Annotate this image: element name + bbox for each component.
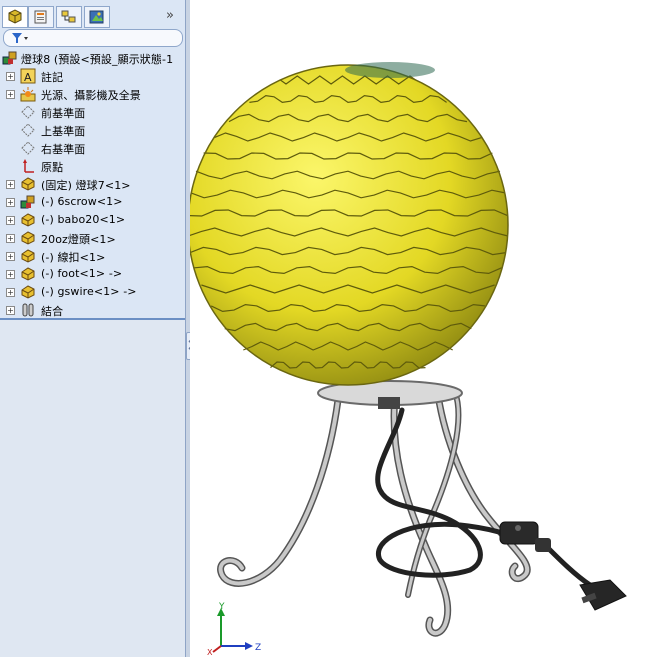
property-icon: [34, 10, 47, 24]
cord-switch: [499, 521, 551, 552]
tree-item[interactable]: 右基準面: [0, 139, 185, 157]
tree-item-label: 右基準面: [41, 143, 86, 156]
tree-item[interactable]: + A 註記: [0, 67, 185, 85]
tree-item-label: 上基準面: [41, 125, 86, 138]
tree-item[interactable]: + 光源、攝影機及全景: [0, 85, 185, 103]
part-icon: [20, 284, 36, 300]
assembly-icon: [2, 50, 18, 66]
part-icon: [20, 176, 36, 192]
tree-item[interactable]: 原點: [0, 157, 185, 175]
annotation-icon: A: [20, 68, 36, 84]
property-tab[interactable]: [28, 6, 54, 28]
expand-icon[interactable]: +: [6, 270, 15, 279]
expand-icon[interactable]: +: [6, 180, 15, 189]
tree-item[interactable]: + (-) foot<1> ->: [0, 265, 185, 283]
feature-tree-icon: [8, 9, 22, 24]
expand-icon[interactable]: +: [6, 90, 15, 99]
tree-item[interactable]: 上基準面: [0, 121, 185, 139]
tree-item[interactable]: 燈球8 (預設<預設_顯示狀態-1: [0, 49, 185, 67]
tree-item-label: 原點: [41, 161, 64, 174]
tree-item[interactable]: 前基準面: [0, 103, 185, 121]
part-icon: [20, 248, 36, 264]
tree-item[interactable]: + (-) babo20<1>: [0, 211, 185, 229]
expand-icon[interactable]: +: [6, 234, 15, 243]
tree-item-label: (-) 線扣<1>: [41, 251, 106, 264]
feature-manager-panel: » 燈球8 (預設<預設_顯示狀態-1 + A 註記 + 光源、攝影機及全景 前基準面上基準…: [0, 0, 185, 657]
expand-icon[interactable]: +: [6, 72, 15, 81]
svg-text:A: A: [24, 71, 32, 84]
lamp-model: [187, 62, 627, 637]
panel-empty-area: [0, 320, 185, 657]
lamp-shade: [188, 65, 508, 385]
expand-icon[interactable]: +: [6, 306, 15, 315]
tree-item-label: 註記: [41, 71, 64, 84]
tree-item-label: (固定) 燈球7<1>: [41, 179, 131, 192]
subassembly-icon: [20, 194, 36, 210]
tree-item-label: (-) foot<1> ->: [41, 267, 123, 280]
expand-icon[interactable]: +: [6, 216, 15, 225]
part-icon: [20, 266, 36, 282]
tree-item[interactable]: + (-) 線扣<1>: [0, 247, 185, 265]
origin-icon: [20, 158, 36, 174]
plane-icon: [20, 122, 36, 138]
feature-tree-tab[interactable]: [2, 6, 28, 28]
orientation-triad: Y Z X: [207, 602, 261, 657]
filter-field[interactable]: [3, 29, 183, 47]
expand-icon[interactable]: +: [6, 288, 15, 297]
tree-item-label: 燈球8 (預設<預設_顯示狀態-1: [21, 53, 174, 66]
tree-item[interactable]: +20oz燈頭<1>: [0, 229, 185, 247]
tree-item-label: 20oz燈頭<1>: [41, 233, 116, 246]
tree-item-label: (-) gswire<1> ->: [41, 285, 137, 298]
triad-x-label: X: [207, 648, 213, 657]
triad-z-label: Z: [255, 643, 261, 653]
configuration-tab[interactable]: [56, 6, 82, 28]
plane-icon: [20, 140, 36, 156]
part-icon: [20, 212, 36, 228]
feature-manager-tabs: »: [0, 4, 185, 28]
lamp-socket: [378, 397, 400, 409]
tree-item[interactable]: + (-) 6scrow<1>: [0, 193, 185, 211]
lights-icon: [20, 86, 36, 102]
triad-y-label: Y: [218, 602, 225, 612]
configuration-icon: [61, 10, 76, 23]
display-tab[interactable]: [84, 6, 110, 28]
mates-icon: [20, 302, 36, 318]
expand-icon[interactable]: +: [6, 198, 15, 207]
tree-item[interactable]: + 結合: [0, 301, 185, 319]
display-icon: [89, 10, 104, 24]
plane-icon: [20, 104, 36, 120]
tree-item-label: 光源、攝影機及全景: [41, 89, 141, 102]
expand-icon[interactable]: +: [6, 252, 15, 261]
part-icon: [20, 230, 36, 246]
tree-item[interactable]: + (固定) 燈球7<1>: [0, 175, 185, 193]
lamp-legs: [217, 389, 531, 637]
power-plug: [579, 579, 627, 611]
graphics-viewport[interactable]: [187, 0, 662, 657]
tree-item-label: 結合: [41, 305, 64, 318]
tabs-more-button[interactable]: »: [166, 8, 174, 23]
tree-item-label: (-) babo20<1>: [41, 213, 126, 226]
tree-item[interactable]: + (-) gswire<1> ->: [0, 283, 185, 301]
tree-item-label: 前基準面: [41, 107, 86, 120]
tree-item-label: (-) 6scrow<1>: [41, 195, 123, 208]
shade-top-opening: [345, 62, 435, 78]
filter-icon: [12, 33, 28, 43]
